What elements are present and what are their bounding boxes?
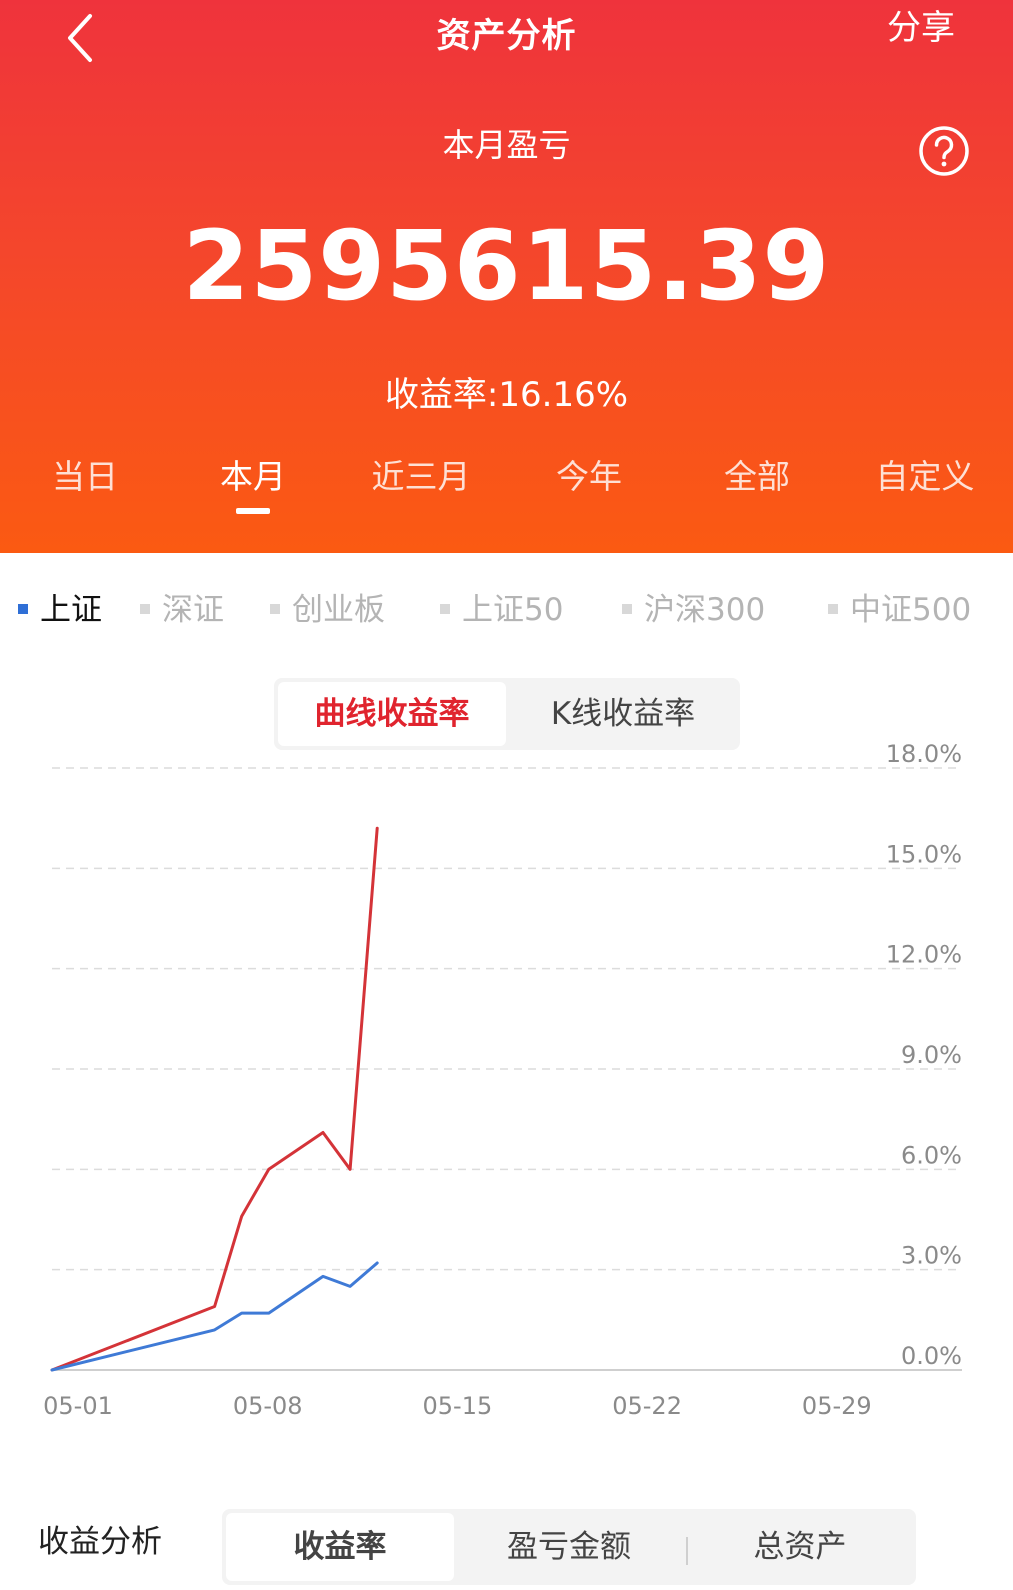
share-button[interactable]: 分享 — [887, 0, 955, 49]
page-title: 资产分析 — [436, 16, 577, 56]
tab-three-months[interactable]: 近三月 — [336, 450, 506, 498]
legend-square-icon — [440, 603, 450, 614]
y-tick-label: 12.0% — [886, 941, 962, 969]
y-tick-label: 6.0% — [901, 1141, 962, 1169]
legend-square-icon — [270, 603, 280, 614]
y-tick-label: 15.0% — [886, 840, 962, 868]
index-tab-sse50[interactable]: 上证50 — [440, 584, 563, 629]
tab-custom[interactable]: 自定义 — [840, 450, 1010, 498]
series-line-0 — [50, 826, 379, 1372]
index-tab-chinext[interactable]: 创业板 — [270, 584, 385, 629]
x-tick-label: 05-01 — [43, 1392, 113, 1420]
x-tick-label: 05-29 — [802, 1392, 872, 1420]
tab-all[interactable]: 全部 — [672, 450, 842, 498]
tab-this-year[interactable]: 今年 — [504, 450, 674, 498]
tab-profit-loss[interactable]: 盈亏金额 — [454, 1513, 684, 1581]
index-tab-label: 上证50 — [462, 592, 564, 628]
x-tick-label: 05-22 — [612, 1392, 682, 1420]
header: 资产分析 分享 本月盈亏 2595615.39 收益率:16.16% 当日 本月… — [0, 0, 1013, 553]
index-tab-shenzhen[interactable]: 深证 — [140, 584, 224, 629]
index-tab-csi500[interactable]: 中证500 — [828, 584, 971, 629]
tab-today[interactable]: 当日 — [0, 450, 170, 498]
period-title: 本月盈亏 — [442, 126, 571, 164]
x-tick-label: 05-08 — [233, 1392, 303, 1420]
index-tab-label: 深证 — [162, 592, 224, 628]
tab-this-month[interactable]: 本月 — [168, 450, 338, 498]
profit-amount: 2595615.39 — [182, 210, 831, 322]
analysis-toggle: 收益率 盈亏金额 总资产 — [222, 1509, 916, 1585]
return-line-chart: 0.0% 3.0% 6.0% 9.0% 12.0% 15.0% 18.0% 05-01 05-0… — [43, 740, 962, 1420]
curve-return-button[interactable]: 曲线收益率 — [278, 682, 506, 746]
y-tick-label: 9.0% — [901, 1041, 962, 1069]
legend-square-icon — [18, 603, 28, 614]
index-tab-label: 沪深300 — [644, 592, 766, 628]
help-question-icon[interactable] — [918, 125, 970, 177]
index-tab-label: 中证500 — [850, 592, 972, 628]
x-tick-label: 05-15 — [423, 1392, 493, 1420]
index-tab-shanghai[interactable]: 上证 — [18, 584, 102, 629]
index-tab-label: 创业板 — [292, 592, 385, 628]
tab-total-assets[interactable]: 总资产 — [688, 1513, 912, 1581]
return-rate: 收益率:16.16% — [384, 375, 629, 415]
y-tick-label: 3.0% — [901, 1242, 962, 1270]
y-tick-label: 18.0% — [886, 740, 962, 768]
index-tab-csi300[interactable]: 沪深300 — [622, 584, 765, 629]
series-line-1 — [50, 1261, 379, 1372]
legend-square-icon — [622, 603, 632, 614]
k-line-return-button[interactable]: K线收益率 — [510, 682, 736, 746]
y-tick-label: 0.0% — [901, 1342, 962, 1370]
legend-square-icon — [140, 603, 150, 614]
tab-return-rate[interactable]: 收益率 — [226, 1513, 454, 1581]
analysis-section-title: 收益分析 — [38, 1524, 162, 1560]
index-tab-label: 上证 — [40, 592, 102, 628]
legend-square-icon — [828, 603, 838, 614]
active-tab-indicator — [236, 508, 270, 514]
